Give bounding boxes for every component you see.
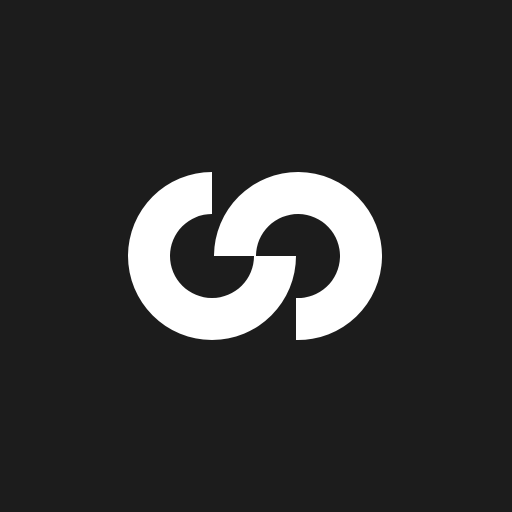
- app-icon: [0, 0, 512, 512]
- interlocking-rings-logo-icon: [0, 0, 512, 512]
